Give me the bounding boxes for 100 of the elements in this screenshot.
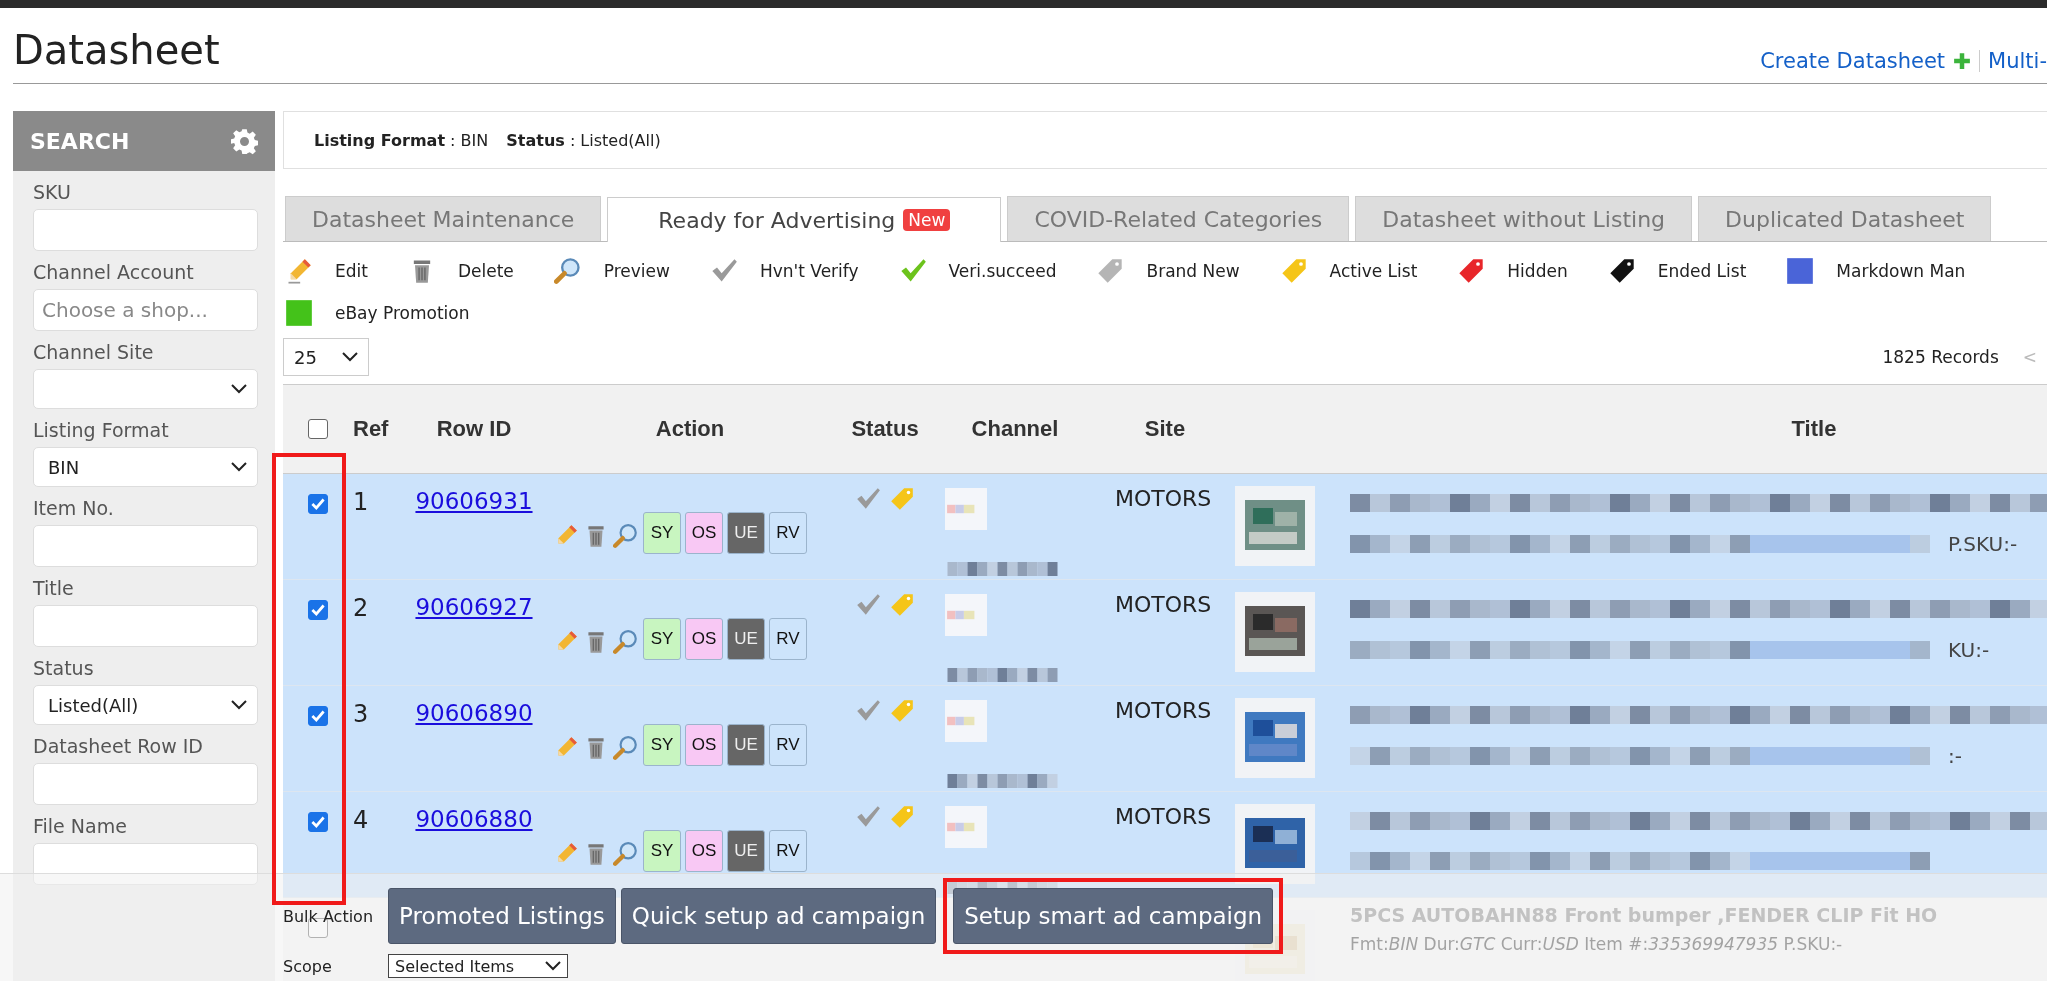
action-tag[interactable]: RV xyxy=(769,511,807,554)
bulk-action-label: Bulk Action xyxy=(283,906,375,926)
settings-icon[interactable] xyxy=(231,127,258,155)
chevron-down-icon[interactable] xyxy=(342,352,358,362)
field-label: Listing Format xyxy=(33,419,170,441)
filter-text: Status : Listed(All) xyxy=(506,130,661,150)
action-tag[interactable]: OS xyxy=(685,829,723,872)
sku-text: :- xyxy=(1948,744,1962,768)
column-header: Row ID xyxy=(436,416,512,441)
legend-label: Edit xyxy=(335,261,368,281)
action-tag[interactable]: SY xyxy=(643,511,681,554)
header-link[interactable]: Create Datasheet xyxy=(1760,49,1946,73)
column-header: Title xyxy=(1791,416,1837,441)
search-icon xyxy=(553,257,582,285)
legend-label: Preview xyxy=(603,261,670,281)
action-tag[interactable]: OS xyxy=(685,511,723,554)
field-label: Status xyxy=(33,657,95,679)
site-text: MOTORS xyxy=(1115,486,1212,511)
action-tag[interactable]: UE xyxy=(727,723,765,766)
select-all-checkbox[interactable] xyxy=(308,419,328,439)
chevron-down-icon[interactable] xyxy=(231,700,247,710)
column-header: Channel xyxy=(971,416,1059,441)
row-checkbox[interactable] xyxy=(308,812,328,832)
action-tag[interactable]: OS xyxy=(685,617,723,660)
row-id-link[interactable]: 90606880 xyxy=(415,806,533,832)
sku-text: P.SKU:- xyxy=(1948,532,2018,556)
action-tag[interactable]: OS xyxy=(685,723,723,766)
input-field[interactable] xyxy=(33,525,258,567)
row-checkbox[interactable] xyxy=(308,600,328,620)
input-field[interactable]: Choose a shop... xyxy=(33,289,258,331)
ref-number: 2 xyxy=(353,594,369,622)
search-icon[interactable] xyxy=(613,522,639,549)
search-icon[interactable] xyxy=(613,840,639,867)
action-tag[interactable]: SY xyxy=(643,617,681,660)
field-label: Channel Account xyxy=(33,261,195,283)
redacted-drawing xyxy=(945,699,987,742)
row-checkbox[interactable] xyxy=(308,706,328,726)
select-field[interactable] xyxy=(33,369,258,409)
legend-label: Brand New xyxy=(1146,261,1240,281)
tab[interactable]: Ready for Advertising New xyxy=(607,197,1002,242)
row-id-link[interactable]: 90606890 xyxy=(415,700,533,726)
input-field[interactable] xyxy=(33,209,258,251)
ref-number: 4 xyxy=(353,806,369,834)
legend-label: Veri.succeed xyxy=(948,261,1057,281)
page-size-select[interactable]: 25 xyxy=(283,338,369,376)
plus-icon xyxy=(1953,52,1972,70)
column-header: Action xyxy=(655,416,725,441)
filter-text: Listing Format : BIN xyxy=(314,130,489,150)
ref-number: 3 xyxy=(353,700,369,728)
select-field[interactable]: Listed(All) xyxy=(33,685,258,725)
new-badge: New xyxy=(903,209,951,231)
row-checkbox[interactable] xyxy=(308,494,328,514)
scope-select[interactable]: Selected Items xyxy=(388,954,568,978)
input-field[interactable] xyxy=(33,605,258,647)
scope-label: Scope xyxy=(283,956,333,976)
action-tag[interactable]: SY xyxy=(643,829,681,872)
action-tag[interactable]: UE xyxy=(727,829,765,872)
action-tag[interactable]: RV xyxy=(769,829,807,872)
header-link[interactable]: Multi- xyxy=(1988,49,2047,73)
chevron-down-icon[interactable] xyxy=(545,961,561,971)
column-header: Status xyxy=(851,416,919,441)
action-tag[interactable]: UE xyxy=(727,511,765,554)
site-text: MOTORS xyxy=(1115,804,1212,829)
field-label: Item No. xyxy=(33,497,115,519)
legend-label: Active List xyxy=(1329,261,1418,281)
panel-title: SEARCH xyxy=(30,128,130,154)
action-tag[interactable]: SY xyxy=(643,723,681,766)
field-label: SKU xyxy=(33,181,72,203)
legend-label: Hidden xyxy=(1507,261,1568,281)
column-header: Site xyxy=(1144,416,1186,441)
action-tag[interactable]: UE xyxy=(727,617,765,660)
input-field[interactable] xyxy=(33,763,258,805)
input-field[interactable] xyxy=(33,843,258,885)
search-icon[interactable] xyxy=(613,628,639,655)
field-label: Datasheet Row ID xyxy=(33,735,204,757)
record-count: 1825 Records xyxy=(1882,347,1999,367)
chevron-down-icon[interactable] xyxy=(231,462,247,472)
redacted-drawing xyxy=(945,805,987,848)
legend-label: eBay Promotion xyxy=(335,303,470,323)
legend-label: Delete xyxy=(457,261,514,281)
select-field[interactable]: BIN xyxy=(33,447,258,487)
legend-label: Ended List xyxy=(1657,261,1747,281)
field-label: Title xyxy=(33,577,75,599)
bulk-action-button[interactable]: Setup smart ad campaign xyxy=(953,888,1274,944)
listing-details: Fmt:BIN Dur:GTC Curr:USD Item #:335369947935 P.SKU:- xyxy=(1350,934,1843,954)
legend-label: Hvn't Verify xyxy=(759,261,859,281)
page-title: Datasheet xyxy=(13,27,220,73)
redacted-drawing xyxy=(945,593,987,636)
field-label: Channel Site xyxy=(33,341,155,363)
chevron-down-icon[interactable] xyxy=(231,384,247,394)
row-id-link[interactable]: 90606931 xyxy=(415,488,533,514)
bulk-action-button[interactable]: Quick setup ad campaign xyxy=(620,888,937,944)
row-id-link[interactable]: 90606927 xyxy=(415,594,533,620)
bulk-action-button[interactable]: Promoted Listings xyxy=(388,888,616,944)
column-header: Ref xyxy=(353,416,389,441)
sku-text: KU:- xyxy=(1948,638,1990,662)
action-tag[interactable]: RV xyxy=(769,617,807,660)
search-icon[interactable] xyxy=(613,734,639,761)
ref-number: 1 xyxy=(353,488,369,516)
action-tag[interactable]: RV xyxy=(769,723,807,766)
